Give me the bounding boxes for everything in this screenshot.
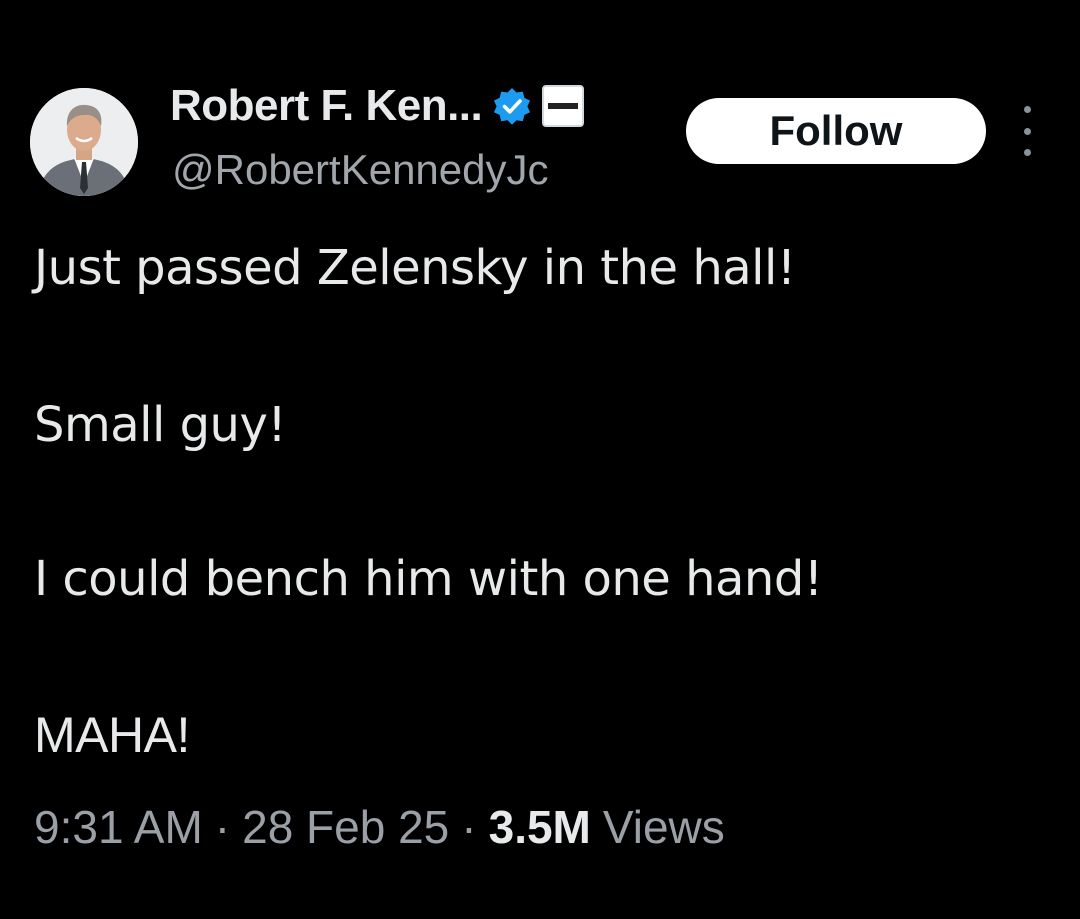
verified-badge-icon (494, 88, 531, 125)
meta-separator: · (461, 801, 477, 853)
tweet-line: Small guy! (34, 397, 287, 453)
tweet-line: I could bench him with one hand! (34, 551, 823, 607)
views-count: 3.5M (488, 801, 591, 853)
author-display-name[interactable]: Robert F. Ken... (170, 81, 483, 131)
tweet-time[interactable]: 9:31 AM (34, 800, 203, 854)
author-handle[interactable]: @RobertKennedyJc (172, 146, 549, 194)
more-options-icon[interactable] (1012, 106, 1042, 156)
views-label: Views (602, 801, 725, 853)
tweet-metadata: 9:31 AM · 28 Feb 25 · 3.5M Views (34, 800, 725, 854)
tweet: Robert F. Ken... @RobertKennedyJc Follow… (0, 0, 1080, 919)
affiliation-badge-icon (542, 85, 585, 127)
avatar-image (30, 88, 138, 196)
tweet-date[interactable]: 28 Feb 25 (242, 800, 449, 854)
tweet-line: Just passed Zelensky in the hall! (34, 240, 796, 296)
tweet-line: MAHA! (34, 707, 190, 763)
avatar[interactable] (30, 88, 138, 196)
meta-separator: · (214, 801, 231, 853)
follow-button[interactable]: Follow (686, 98, 986, 164)
author-name-row: Robert F. Ken... (170, 80, 585, 132)
